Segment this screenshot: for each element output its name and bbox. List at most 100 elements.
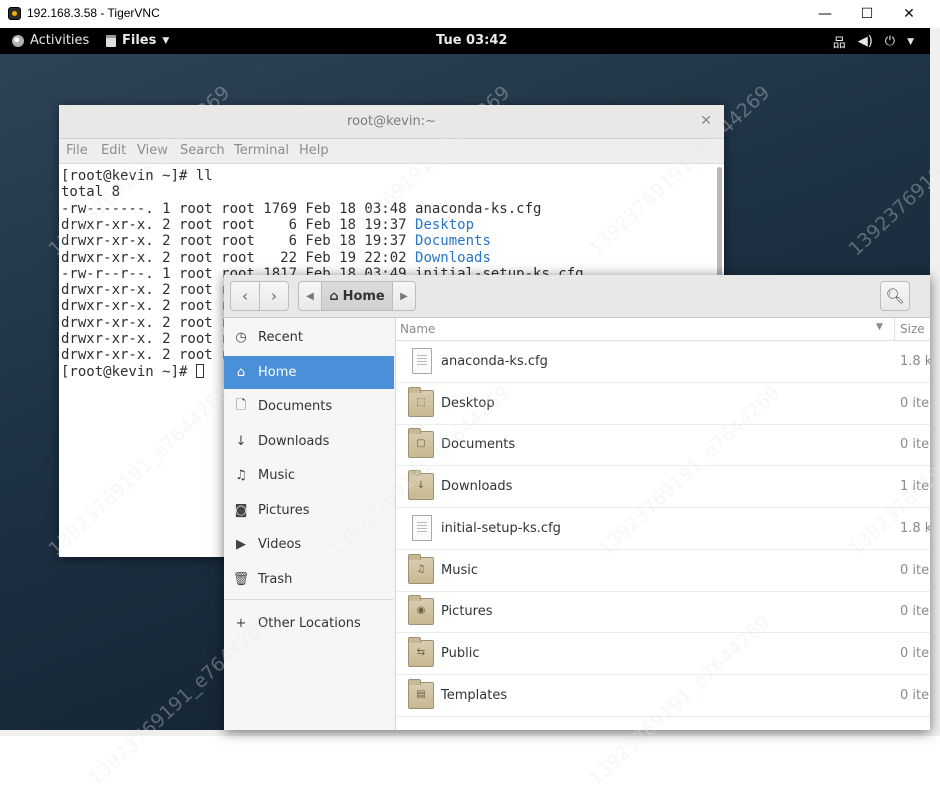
terminal-line-text: drwxr-xr-x. 2 root r — [61, 314, 230, 331]
clock[interactable]: Tue 03:42 — [436, 33, 507, 48]
folder-icon: ▢ — [408, 428, 434, 459]
maximize-button[interactable]: ☐ — [845, 0, 889, 28]
document-icon: 🗋 — [235, 397, 247, 413]
folder-emblem-icon: ⇆ — [416, 646, 426, 658]
list-item[interactable]: ◉ Pictures 0 iter — [396, 591, 930, 634]
terminal-line: drwxr-xr-x. 2 root root 22 Feb 19 22:02 … — [61, 250, 491, 266]
sidebar-item-documents[interactable]: 🗋 Documents — [224, 390, 394, 423]
search-icon: 🔍︎ — [885, 287, 905, 305]
list-item[interactable]: ↓ Downloads 1 iter — [396, 466, 930, 509]
close-button[interactable]: ✕ — [887, 0, 931, 28]
file-list: Name ▼ Size anaconda-ks.cfg 1.8 k ⬚ Desktop… — [396, 318, 930, 730]
activities-label: Activities — [30, 33, 90, 48]
list-item[interactable]: initial-setup-ks.cfg 1.8 k — [396, 508, 930, 550]
volume-icon: ◀) — [857, 34, 873, 49]
path-bar: ◀ ⌂ Home ▶ — [298, 281, 416, 311]
back-button[interactable]: ‹ — [231, 282, 259, 310]
list-item[interactable]: anaconda-ks.cfg 1.8 k — [396, 341, 930, 383]
host-titlebar: 192.168.3.58 - TigerVNC — ☐ ✕ — [0, 0, 940, 29]
file-name: Music — [441, 562, 478, 578]
list-item[interactable]: ▤ Templates 0 iter — [396, 675, 930, 717]
terminal-line-text: drwxr-xr-x. 2 root root 6 Feb 18 19:37 — [61, 216, 416, 233]
folder-icon: ↓ — [408, 470, 434, 501]
app-menu-label: Files — [122, 33, 157, 48]
path-right-arrow[interactable]: ▶ — [393, 282, 415, 310]
path-left-arrow[interactable]: ◀ — [299, 282, 321, 310]
terminal-dir-name: Downloads — [415, 249, 491, 266]
list-item[interactable]: ⬚ Desktop 0 iter — [396, 383, 930, 425]
terminal-dir-name: Desktop — [415, 216, 475, 233]
column-header-name[interactable]: Name — [400, 322, 435, 336]
sidebar-item-recent[interactable]: ◷ Recent — [224, 321, 394, 354]
terminal-cursor — [195, 363, 204, 378]
trash-icon: 🗑 — [232, 571, 250, 587]
column-header-size[interactable]: Size — [900, 322, 925, 336]
folder-emblem-icon: ◉ — [416, 605, 426, 617]
sidebar-item-trash[interactable]: 🗑 Trash — [224, 563, 394, 596]
folder-icon: ⬚ — [408, 386, 434, 417]
download-icon: ↓ — [235, 433, 247, 449]
activities-button[interactable]: Activities — [12, 33, 89, 48]
terminal-header[interactable]: root@kevin:~ ✕ — [59, 105, 724, 139]
menu-terminal[interactable]: Terminal — [234, 143, 289, 158]
folder-emblem-icon: ▤ — [416, 688, 426, 700]
file-name: initial-setup-ks.cfg — [441, 520, 561, 536]
path-crumb-home[interactable]: ⌂ Home — [321, 282, 393, 310]
files-window[interactable]: ‹ › ◀ ⌂ Home ▶ 🔍︎ + Other Locations ◷ Rec… — [224, 275, 930, 730]
list-item[interactable]: ⇆ Public 0 iter — [396, 633, 930, 675]
chevron-down-icon: ▼ — [907, 36, 914, 47]
file-size: 0 iter — [900, 645, 930, 661]
sidebar-item-music[interactable]: ♫ Music — [224, 459, 394, 492]
list-item[interactable]: ♫ Music 0 iter — [396, 550, 930, 592]
file-size: 1.8 k — [900, 354, 930, 369]
sidebar-item-label: Trash — [258, 571, 293, 587]
sidebar-item-videos[interactable]: ▶ Videos — [224, 528, 394, 561]
power-icon: ⏻ — [884, 34, 896, 49]
folder-icon: ♫ — [408, 553, 434, 584]
menu-edit[interactable]: Edit — [101, 143, 126, 158]
terminal-line: -rw-------. 1 root root 1769 Feb 18 03:4… — [61, 201, 541, 217]
sidebar-item-label: Downloads — [258, 433, 330, 449]
camera-icon: ◙ — [234, 502, 248, 518]
folder-emblem-icon: ▢ — [416, 438, 426, 450]
file-size: 1 iter — [900, 479, 930, 495]
terminal-close-icon[interactable]: ✕ — [700, 113, 712, 129]
sidebar-divider — [224, 599, 394, 600]
terminal-line-text: drwxr-xr-x. 2 root root 22 Feb 19 22:02 — [61, 249, 416, 266]
folder-icon: ⇆ — [408, 636, 434, 667]
sidebar-item-home[interactable]: ⌂ Home — [224, 355, 394, 389]
app-menu-files[interactable]: Files ▼ — [106, 33, 169, 48]
list-header: Name ▼ Size — [396, 318, 930, 341]
list-item[interactable]: ▢ Documents 0 iter — [396, 424, 930, 467]
sidebar-item-other-locations[interactable]: + Other Locations — [224, 607, 394, 640]
system-tray[interactable]: 品 ◀) ⏻ ▼ — [833, 32, 914, 51]
terminal-line-text: drwxr-xr-x. 2 root r — [61, 331, 230, 347]
file-size: 0 iter — [900, 437, 930, 453]
file-name: anaconda-ks.cfg — [441, 354, 548, 369]
forward-button[interactable]: › — [259, 282, 288, 310]
file-name: Templates — [441, 687, 508, 703]
menu-help[interactable]: Help — [299, 143, 329, 158]
sidebar-item-label: Documents — [258, 399, 333, 414]
minimize-button[interactable]: — — [803, 0, 847, 28]
menu-search[interactable]: Search — [180, 143, 225, 158]
home-icon: ⌂ — [329, 288, 339, 304]
file-name: Downloads — [441, 479, 513, 495]
terminal-line: [root@kevin ~]# ll — [61, 168, 213, 184]
column-separator[interactable] — [894, 318, 895, 340]
menu-view[interactable]: View — [137, 143, 168, 158]
sidebar-item-pictures[interactable]: ◙ Pictures — [224, 494, 394, 527]
host-window-border — [930, 28, 940, 736]
path-crumb-label: Home — [342, 288, 385, 304]
terminal-line-text: drwxr-xr-x. 2 root r — [61, 298, 230, 315]
sidebar-item-label: Recent — [258, 330, 303, 345]
terminal-scrollbar[interactable] — [717, 167, 722, 277]
search-button[interactable]: 🔍︎ — [880, 281, 910, 311]
network-icon: 品 — [832, 36, 846, 51]
sidebar-item-downloads[interactable]: ↓ Downloads — [224, 425, 394, 458]
sidebar-item-label: Pictures — [258, 502, 310, 518]
terminal-line: drwxr-xr-x. 2 root root 6 Feb 18 19:37 D… — [61, 217, 474, 233]
sort-down-icon[interactable]: ▼ — [876, 322, 883, 332]
terminal-line-text: [root@kevin ~]# ll — [61, 168, 213, 184]
menu-file[interactable]: File — [66, 143, 88, 158]
